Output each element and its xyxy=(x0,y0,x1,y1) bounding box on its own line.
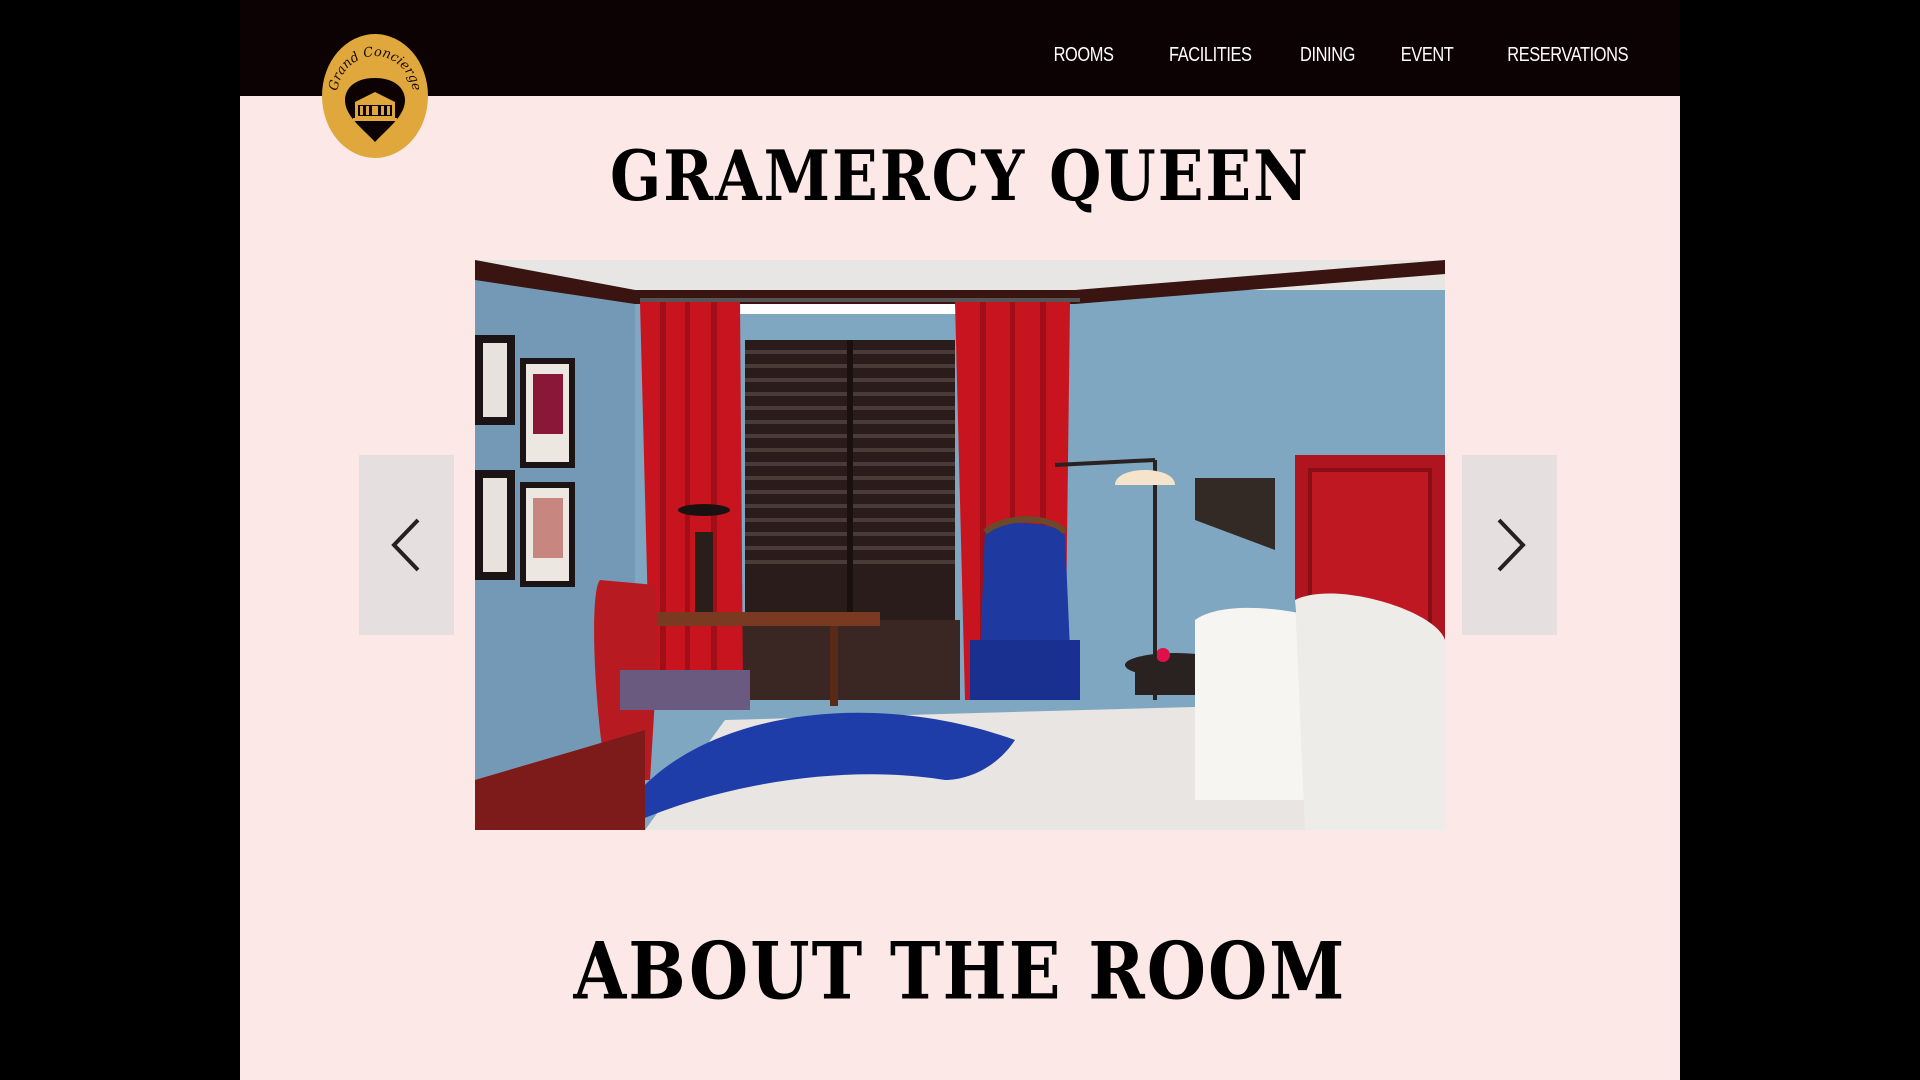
nav-item-facilities[interactable]: FACILITIES xyxy=(1169,44,1252,67)
room-photo xyxy=(475,260,1445,830)
top-navigation-bar: ROOMS FACILITIES DINING EVENT RESERVATIO… xyxy=(240,0,1680,96)
previous-slide-button[interactable] xyxy=(359,455,454,635)
next-slide-button[interactable] xyxy=(1462,455,1557,635)
page: ROOMS FACILITIES DINING EVENT RESERVATIO… xyxy=(240,0,1680,1080)
main-nav: ROOMS FACILITIES DINING EVENT RESERVATIO… xyxy=(1047,38,1641,72)
nav-item-event[interactable]: EVENT xyxy=(1401,44,1454,67)
nav-item-dining[interactable]: DINING xyxy=(1300,44,1355,67)
room-title: GRAMERCY QUEEN xyxy=(609,136,1311,218)
chevron-left-icon xyxy=(390,518,419,572)
chevron-right-icon xyxy=(1497,518,1526,572)
nav-item-reservations[interactable]: RESERVATIONS xyxy=(1507,44,1628,67)
nav-item-rooms[interactable]: ROOMS xyxy=(1053,44,1113,67)
about-room-heading: ABOUT THE ROOM xyxy=(573,926,1347,1018)
